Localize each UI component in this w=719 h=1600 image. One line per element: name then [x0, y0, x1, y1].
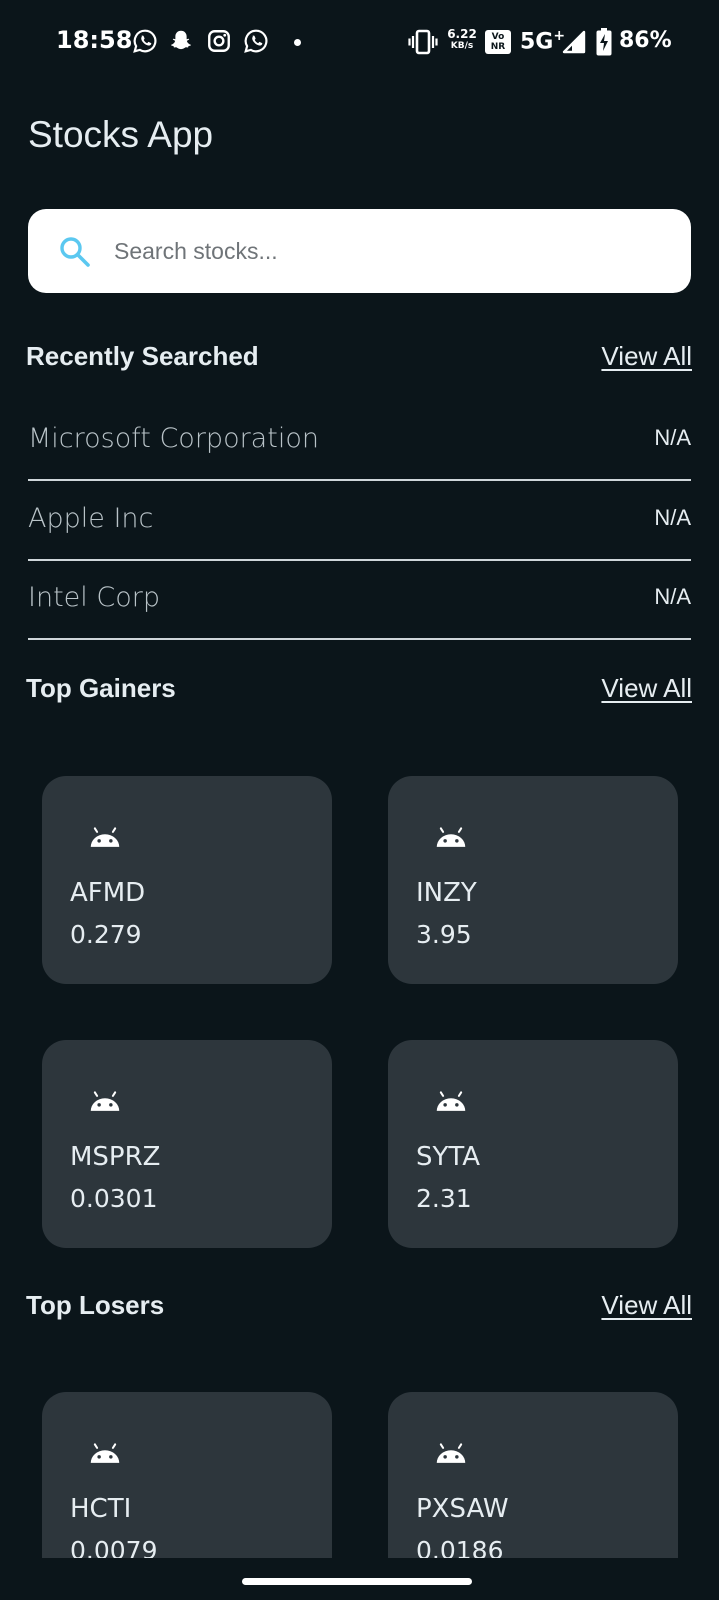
gesture-nav-handle[interactable] — [242, 1578, 472, 1585]
stock-symbol: PXSAW — [416, 1494, 509, 1524]
stock-price: 0.0301 — [70, 1184, 158, 1213]
stock-price: 0.279 — [70, 920, 142, 949]
stock-symbol: HCTI — [70, 1494, 132, 1524]
stock-price: 2.31 — [416, 1184, 472, 1213]
android-icon — [90, 827, 120, 847]
stock-price: 3.95 — [416, 920, 472, 949]
android-icon — [436, 827, 466, 847]
cards-area: AFMD 0.279 INZY 3.95 MSPRZ 0.0301 SYTA 2… — [0, 0, 719, 1558]
android-icon — [90, 1091, 120, 1111]
stock-card[interactable]: AFMD 0.279 — [42, 776, 332, 984]
top-losers-title: Top Losers — [26, 1290, 165, 1320]
stock-symbol: INZY — [416, 878, 477, 908]
stock-card[interactable]: PXSAW 0.0186 — [388, 1392, 678, 1558]
stock-card[interactable]: MSPRZ 0.0301 — [42, 1040, 332, 1248]
stock-price: 0.0079 — [70, 1536, 158, 1558]
stock-symbol: SYTA — [416, 1142, 481, 1172]
stock-card[interactable]: INZY 3.95 — [388, 776, 678, 984]
android-icon — [436, 1443, 466, 1463]
android-icon — [436, 1091, 466, 1111]
android-icon — [90, 1443, 120, 1463]
stock-symbol: MSPRZ — [70, 1142, 161, 1172]
stock-symbol: AFMD — [70, 878, 146, 908]
losers-view-all-link[interactable]: View All — [601, 1290, 692, 1321]
stock-card[interactable]: SYTA 2.31 — [388, 1040, 678, 1248]
stock-card[interactable]: HCTI 0.0079 — [42, 1392, 332, 1558]
stock-price: 0.0186 — [416, 1536, 504, 1558]
